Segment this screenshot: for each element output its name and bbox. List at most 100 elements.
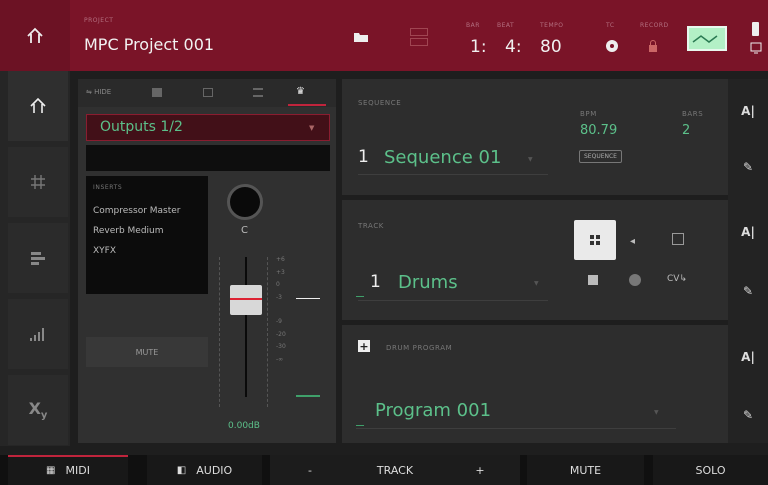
add-program-icon[interactable]: + xyxy=(358,340,370,353)
loop-indicator[interactable] xyxy=(400,26,438,56)
midi-button[interactable]: ▦ MIDI xyxy=(8,455,128,485)
sidebar-level-button[interactable] xyxy=(8,299,68,369)
keygroup-track-icon[interactable] xyxy=(672,233,684,245)
audio-track-icon[interactable] xyxy=(629,274,641,286)
insert-slot-1[interactable]: Compressor Master xyxy=(93,206,181,216)
scale-mark: 0 xyxy=(276,281,280,288)
pencil-icon: ✎ xyxy=(742,284,754,298)
meter-bars xyxy=(296,260,320,400)
rename-icon: A| xyxy=(741,225,755,239)
sequence-number: 1 xyxy=(358,147,369,167)
project-name[interactable]: MPC Project 001 xyxy=(84,35,214,54)
project-label: PROJECT xyxy=(84,17,114,24)
rename-sequence-button[interactable]: A| xyxy=(728,81,768,141)
mute-bottom-button[interactable]: MUTE xyxy=(527,455,644,485)
rename-icon: A| xyxy=(741,104,755,118)
program-label: DRUM PROGRAM xyxy=(386,344,453,352)
edit-sequence-button[interactable]: ✎ xyxy=(728,137,768,197)
sequence-label: SEQUENCE xyxy=(358,99,402,107)
tab-sends-icon[interactable] xyxy=(203,88,213,97)
fader-handle[interactable] xyxy=(230,285,262,315)
solo-button[interactable]: SOLO xyxy=(653,455,768,485)
program-name[interactable]: Program 001 xyxy=(375,400,491,421)
track-number: 1 xyxy=(370,272,381,292)
cv-track-button[interactable]: CV↳ xyxy=(667,274,687,284)
name-field[interactable] xyxy=(86,145,330,171)
sidebar-xyfx-button[interactable]: Xy xyxy=(8,375,68,445)
home-icon xyxy=(30,97,46,113)
sequence-name[interactable]: Sequence 01 xyxy=(384,147,501,168)
mute-button[interactable]: MUTE xyxy=(86,337,208,367)
tab-inserts-icon[interactable] xyxy=(152,88,162,97)
drum-track-type-button[interactable] xyxy=(574,220,616,260)
tc-label: TC xyxy=(606,22,615,29)
grid-icon xyxy=(590,235,600,245)
strip-tabs: ⇋ HIDE ♛ xyxy=(78,79,336,107)
chevron-down-icon: ▼ xyxy=(528,156,533,163)
rename-track-button[interactable]: A| xyxy=(728,202,768,262)
bpm-value[interactable]: 80.79 xyxy=(580,123,617,138)
tempo-source-button[interactable]: SEQUENCE xyxy=(579,150,622,163)
track-label: TRACK xyxy=(358,222,384,230)
tempo-value[interactable]: 80 xyxy=(540,37,562,57)
clip-track-icon[interactable] xyxy=(588,275,598,285)
rename-program-button[interactable]: A| xyxy=(728,327,768,387)
program-panel: + DRUM PROGRAM Program 001 ▼ xyxy=(342,325,728,443)
scale-mark: +6 xyxy=(276,256,285,263)
output-value: Outputs 1/2 xyxy=(100,119,183,135)
pan-value: C xyxy=(241,225,248,236)
bar-label: BAR xyxy=(466,22,480,29)
edit-track-button[interactable]: ✎ xyxy=(728,261,768,321)
sidebar-grid-button[interactable] xyxy=(8,147,68,217)
pan-knob[interactable] xyxy=(227,184,263,220)
tab-eq-icon[interactable] xyxy=(253,88,263,97)
bars-value[interactable]: 2 xyxy=(682,123,690,138)
meter-right xyxy=(260,257,268,407)
insert-slot-2[interactable]: Reverb Medium xyxy=(93,226,164,236)
meter-left xyxy=(219,257,231,407)
beat-label: BEAT xyxy=(497,22,515,29)
plugin-track-icon[interactable]: ◂ xyxy=(630,236,635,247)
hide-icon: ⇋ xyxy=(86,88,95,96)
track-label-bottom: TRACK xyxy=(376,463,414,477)
bar-value[interactable]: 1: xyxy=(470,37,487,57)
beat-value[interactable]: 4: xyxy=(505,37,522,57)
hide-label: HIDE xyxy=(94,88,112,96)
inserts-box[interactable]: INSERTS Compressor Master Reverb Medium … xyxy=(86,176,208,294)
metronome-icon[interactable] xyxy=(605,39,619,53)
output-select[interactable]: Outputs 1/2 ▼ xyxy=(86,114,330,141)
chevron-down-icon: ▼ xyxy=(654,409,659,416)
track-next-button[interactable]: + xyxy=(440,464,520,477)
bars-icon xyxy=(31,252,45,265)
mode-sidebar: Xy xyxy=(0,71,70,446)
sidebar-track-button[interactable] xyxy=(8,223,68,293)
scale-mark: +3 xyxy=(276,268,285,276)
level-meter-icon xyxy=(30,328,44,341)
track-name[interactable]: Drums xyxy=(398,272,458,293)
edit-program-button[interactable]: ✎ xyxy=(728,385,768,445)
level-value[interactable]: 0.00dB xyxy=(228,421,260,431)
sidebar-main-button[interactable] xyxy=(8,71,68,141)
tempo-graph-button[interactable] xyxy=(687,26,727,51)
inserts-label: INSERTS xyxy=(93,184,123,191)
pencil-icon: ✎ xyxy=(742,408,754,422)
battery-icon xyxy=(752,22,759,36)
midi-label: MIDI xyxy=(65,463,90,477)
cast-icon[interactable] xyxy=(750,42,762,54)
home-button[interactable] xyxy=(0,0,70,71)
fader-scale: +6 +3 0 -3 -9 -20 -30 -∞ xyxy=(276,254,286,366)
insert-slot-3[interactable]: XYFX xyxy=(93,246,116,256)
hide-button[interactable]: ⇋ HIDE xyxy=(86,88,111,96)
bars-label: BARS xyxy=(682,110,704,118)
tab-crown-icon[interactable]: ♛ xyxy=(296,87,310,97)
tempo-label: TEMPO xyxy=(540,22,564,29)
folder-icon[interactable] xyxy=(353,31,369,43)
track-prev-button[interactable]: - xyxy=(270,464,350,477)
scale-mark: -30 xyxy=(276,343,286,350)
graph-icon xyxy=(692,35,718,43)
cv-arrow-icon: ↳ xyxy=(679,274,687,284)
lock-icon[interactable] xyxy=(646,39,660,53)
audio-button[interactable]: ◧ AUDIO xyxy=(147,455,262,485)
scale-mark: -3 xyxy=(276,293,282,301)
edit-column: A| ✎ A| ✎ A| ✎ xyxy=(728,79,768,443)
